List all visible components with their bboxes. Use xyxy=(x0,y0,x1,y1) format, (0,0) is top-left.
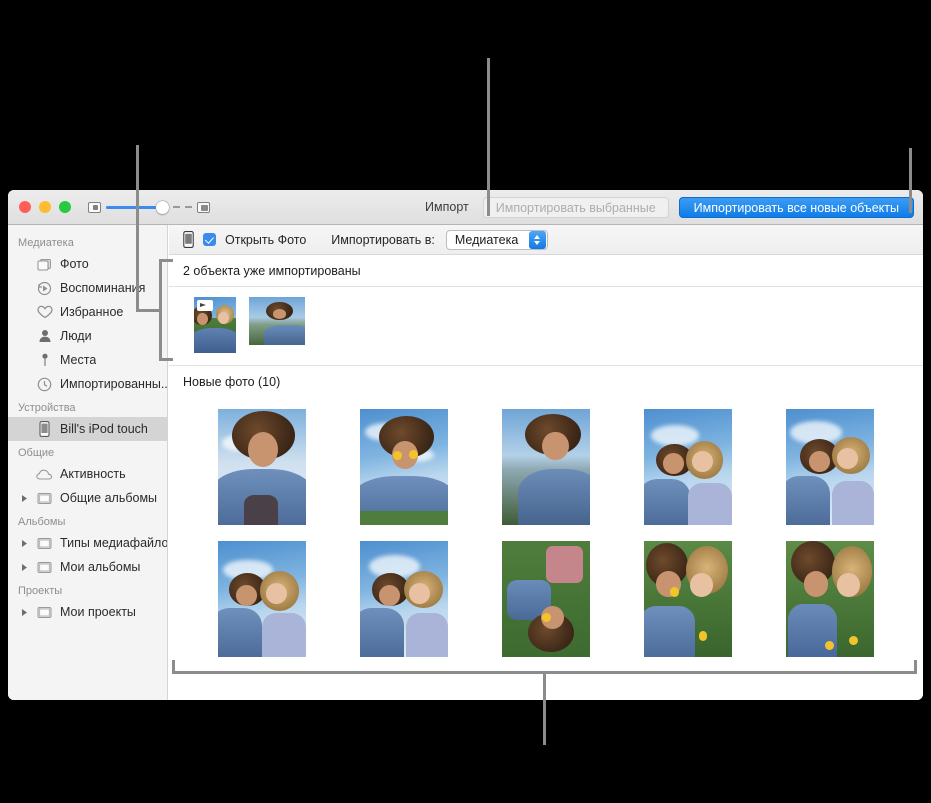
pin-icon xyxy=(36,352,53,368)
photo-girl-looking-up[interactable] xyxy=(218,409,306,525)
thumbnail-size-slider-group[interactable] xyxy=(88,200,210,214)
sidebar-item-favorites[interactable]: Избранное xyxy=(8,300,167,324)
minimize-button[interactable] xyxy=(39,201,51,213)
open-photos-checkbox[interactable] xyxy=(203,233,216,246)
new-photos-title: Новые фото (10) xyxy=(183,375,281,389)
photo-two-girls-sunglasses-a[interactable] xyxy=(644,409,732,525)
album-icon xyxy=(36,604,53,620)
photo-girls-lying-grass-a[interactable] xyxy=(644,541,732,657)
photo-girl-flowers-eyes[interactable] xyxy=(360,409,448,525)
slider-knob[interactable] xyxy=(156,200,169,214)
ipod-device-icon xyxy=(183,231,194,248)
disclosure-triangle-icon[interactable] xyxy=(20,563,29,572)
open-photos-label: Открыть Фото xyxy=(225,232,307,247)
callout-grid-bracket-right xyxy=(914,660,917,674)
callout-sidebar-bracket xyxy=(159,259,162,361)
album-icon xyxy=(36,535,53,551)
import-options-bar: Открыть Фото Импортировать в: Медиатека xyxy=(169,225,923,255)
sidebar-item-label: Общие альбомы xyxy=(60,491,158,505)
sidebar-item-label: Фото xyxy=(60,257,89,271)
sidebar-item-label: Bill's iPod touch xyxy=(60,422,148,436)
callout-sidebar-stem xyxy=(136,145,139,312)
zoom-button[interactable] xyxy=(59,201,71,213)
disclosure-triangle-icon[interactable] xyxy=(20,539,29,548)
sidebar-item-label: Воспоминания xyxy=(60,281,146,295)
sidebar-item-places[interactable]: Места xyxy=(8,348,167,372)
disclosure-triangle-icon[interactable] xyxy=(20,608,29,617)
import-all-new-button[interactable]: Импортировать все новые объекты xyxy=(678,196,914,218)
sidebar-group-header-albums: Альбомы xyxy=(18,516,66,528)
sidebar-group-header-shared: Общие xyxy=(18,447,55,459)
titlebar-actions: Импорт Импортировать выбранные Импортиро… xyxy=(425,196,914,218)
sidebar-item-label: Места xyxy=(60,353,97,367)
callout-import-line xyxy=(487,58,490,216)
person-icon xyxy=(36,328,53,344)
window-controls[interactable] xyxy=(19,201,71,213)
screenshot-root: Импорт Импортировать выбранные Импортиро… xyxy=(0,0,931,803)
slider-fill xyxy=(106,205,163,209)
sidebar-item-my-albums[interactable]: Мои альбомы xyxy=(8,555,167,579)
import-label: Импорт xyxy=(425,200,469,214)
window-titlebar: Импорт Импортировать выбранные Импортиро… xyxy=(8,190,923,225)
album-icon xyxy=(36,490,53,506)
sidebar-item-shared-albums[interactable]: Общие альбомы xyxy=(8,486,167,510)
sidebar-item-imports[interactable]: Импортированны... xyxy=(8,372,167,396)
sidebar-item-label: Активность xyxy=(60,467,126,481)
import-to-label: Импортировать в: xyxy=(331,232,435,247)
large-thumbnail-icon xyxy=(197,201,210,213)
heart-icon xyxy=(36,304,53,320)
thumb-girl-coastline[interactable] xyxy=(249,297,305,345)
sidebar-item-people[interactable]: Люди xyxy=(8,324,167,348)
photo-girl-smiling-coast[interactable] xyxy=(502,409,590,525)
photo-two-girls-sunglasses-b[interactable] xyxy=(786,409,874,525)
clock-icon xyxy=(36,376,53,392)
sidebar-item-label: Мои проекты xyxy=(60,605,136,619)
photos-icon xyxy=(36,256,53,272)
import-selected-button[interactable]: Импортировать выбранные xyxy=(482,196,669,218)
callout-import-all-line xyxy=(909,148,912,213)
sidebar-item-label: Мои альбомы xyxy=(60,560,141,574)
photo-girls-lying-grass-b[interactable] xyxy=(786,541,874,657)
thumb-video-two-girls-grass[interactable] xyxy=(194,297,236,353)
close-button[interactable] xyxy=(19,201,31,213)
ipod-icon xyxy=(36,421,53,437)
import-destination-select[interactable]: Медиатека xyxy=(445,229,548,250)
callout-sidebar-bracket-top xyxy=(159,259,173,262)
sidebar-group-header-projects: Проекты xyxy=(18,585,63,597)
album-icon xyxy=(36,559,53,575)
photo-two-girls-sky-a[interactable] xyxy=(218,541,306,657)
sidebar-item-label: Избранное xyxy=(60,305,124,319)
sidebar-item-photos[interactable]: Фото xyxy=(8,252,167,276)
disclosure-triangle-icon[interactable] xyxy=(20,494,29,503)
sidebar-item-my-projects[interactable]: Мои проекты xyxy=(8,600,167,624)
slider-divider-2 xyxy=(185,206,192,208)
small-thumbnail-icon xyxy=(88,201,101,213)
sidebar-item-label: Люди xyxy=(60,329,92,343)
sidebar-item-memories[interactable]: Воспоминания xyxy=(8,276,167,300)
sidebar: Медиатека Фото Воспоминания Избранное Лю… xyxy=(8,225,168,700)
sidebar-group-header-library: Медиатека xyxy=(18,237,74,249)
sidebar-item-bills-ipod-touch[interactable]: Bill's iPod touch xyxy=(8,417,167,441)
photo-girls-lying-grass-top[interactable] xyxy=(502,541,590,657)
sidebar-item-label: Импортированны... xyxy=(60,377,167,391)
callout-grid-bracket-left xyxy=(172,660,175,674)
photo-two-girls-peace-sign[interactable] xyxy=(360,541,448,657)
sidebar-item-activity[interactable]: Активность xyxy=(8,462,167,486)
slider-divider xyxy=(173,206,180,208)
chevron-updown-icon xyxy=(528,230,546,249)
photos-import-window: Импорт Импортировать выбранные Импортиро… xyxy=(8,190,923,700)
import-pane: Открыть Фото Импортировать в: Медиатека … xyxy=(169,225,923,700)
import-destination-value: Медиатека xyxy=(454,232,519,247)
sidebar-group-header-devices: Устройства xyxy=(18,402,76,414)
sidebar-item-media-types[interactable]: Типы медиафайлов xyxy=(8,531,167,555)
callout-grid-stem xyxy=(543,671,546,745)
video-badge-icon xyxy=(197,300,213,311)
callout-sidebar-bracket-bottom xyxy=(159,358,173,361)
new-photos-grid xyxy=(169,397,923,657)
memories-icon xyxy=(36,280,53,296)
sidebar-item-label: Типы медиафайлов xyxy=(60,536,167,550)
cloud-icon xyxy=(36,466,53,482)
already-imported-row xyxy=(169,287,923,365)
already-imported-title: 2 объекта уже импортированы xyxy=(183,264,361,278)
